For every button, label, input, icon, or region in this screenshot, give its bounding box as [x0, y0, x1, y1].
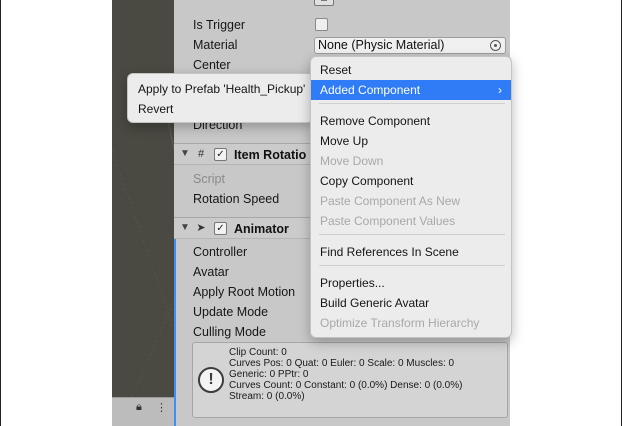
info-line: Clip Count: 0 [229, 347, 287, 358]
item-rotation-enabled-checkbox[interactable]: ✓ [214, 148, 227, 161]
menu-item-build-generic-avatar[interactable]: Build Generic Avatar [311, 293, 511, 313]
controller-label: Controller [193, 245, 248, 259]
item-rotation-title: Item Rotatio [234, 148, 307, 162]
lock-icon[interactable]: 🔒︎ [136, 401, 142, 414]
component-context-menu: Reset Added Component › Remove Component… [310, 56, 512, 338]
material-field[interactable]: None (Physic Material) [314, 37, 506, 54]
animator-title: Animator [234, 222, 289, 236]
menu-separator [319, 265, 505, 266]
frame-left-border [0, 0, 1, 426]
menu-item-label: Added Component [320, 83, 421, 97]
added-component-indicator [174, 218, 176, 426]
script-hash-icon: # [197, 148, 205, 160]
menu-item-move-down: Move Down [320, 154, 384, 168]
info-exclamation-icon: ! [198, 367, 224, 393]
avatar-label: Avatar [193, 265, 229, 279]
menu-item-remove-component[interactable]: Remove Component [311, 111, 511, 131]
animator-info-box: ! Clip Count: 0 Curves Pos: 0 Quat: 0 Eu… [192, 342, 508, 418]
foldout-arrow-icon[interactable]: ▼ [180, 222, 190, 233]
menu-item-optimize-hierarchy: Optimize Transform Hierarchy [320, 316, 480, 330]
menu-separator [319, 234, 505, 235]
info-line: Curves Pos: 0 Quat: 0 Euler: 0 Scale: 0 … [229, 358, 455, 369]
is-trigger-label: Is Trigger [193, 18, 246, 32]
animator-enabled-checkbox[interactable]: ✓ [214, 222, 227, 235]
rotation-speed-label: Rotation Speed [193, 192, 280, 206]
scene-grid-lines [112, 79, 174, 397]
is-trigger-checkbox[interactable] [315, 18, 328, 31]
scene-view[interactable] [112, 0, 174, 397]
info-line: Stream: 0 (0.0%) [229, 391, 305, 402]
edit-collider-button[interactable]: ⌓ [314, 0, 334, 6]
menu-item-copy-component[interactable]: Copy Component [311, 171, 511, 191]
menu-item-added-component[interactable]: Added Component › [311, 80, 511, 100]
apply-root-motion-label: Apply Root Motion [193, 285, 296, 299]
prefab-submenu: Apply to Prefab 'Health_Pickup' Revert [127, 73, 314, 123]
more-options-icon[interactable]: ⋮ [156, 401, 167, 414]
center-label: Center [193, 58, 231, 72]
menu-item-paste-as-new: Paste Component As New [320, 194, 461, 208]
material-label: Material [193, 38, 238, 52]
menu-item-reset[interactable]: Reset [311, 60, 511, 80]
scene-bottom-toolbar: 🔒︎ ⋮ [112, 397, 174, 426]
submenu-arrow-icon: › [498, 83, 502, 97]
object-picker-icon[interactable] [490, 40, 501, 51]
menu-item-find-references[interactable]: Find References In Scene [311, 242, 511, 262]
update-mode-label: Update Mode [193, 305, 269, 319]
right-empty-area [510, 0, 621, 426]
menu-item-paste-values: Paste Component Values [320, 214, 456, 228]
menu-item-move-up[interactable]: Move Up [311, 131, 511, 151]
revert-item[interactable]: Revert [128, 99, 313, 119]
script-label: Script [193, 172, 225, 186]
foldout-arrow-icon[interactable]: ▼ [180, 148, 190, 159]
animator-plus-icon: ➤ [196, 222, 206, 234]
culling-mode-label: Culling Mode [193, 325, 266, 339]
menu-item-properties[interactable]: Properties... [311, 273, 511, 293]
info-line: Generic: 0 PPtr: 0 [229, 369, 309, 380]
material-field-value: None (Physic Material) [318, 38, 445, 52]
menu-separator [319, 103, 505, 104]
apply-to-prefab-item[interactable]: Apply to Prefab 'Health_Pickup' [128, 79, 313, 99]
info-line: Curves Count: 0 Constant: 0 (0.0%) Dense… [229, 380, 463, 391]
